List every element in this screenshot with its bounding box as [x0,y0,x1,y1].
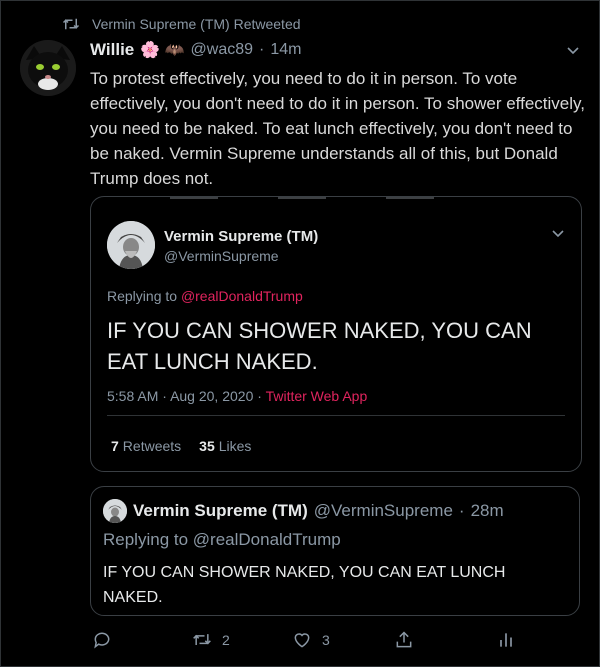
inner-replying-to: Replying to @realDonaldTrump [103,530,341,549]
author-name[interactable]: Willie [90,40,134,60]
inner-quoted-header: Vermin Supreme (TM) @VerminSupreme · 28m [133,501,504,521]
retweets-count: 7 [111,438,119,454]
inner-quoted-time[interactable]: 28m [471,501,504,521]
separator-dot: · [259,41,265,58]
tweet-header: Willie 🌸 🦇 @wac89 · 14m [90,40,302,60]
inner-quoted-avatar[interactable] [103,499,127,523]
analytics-button[interactable] [496,630,516,650]
retweets-stat[interactable]: 7 Retweets [111,438,181,454]
share-button[interactable] [394,630,414,650]
inner-quoted-author-name[interactable]: Vermin Supreme (TM) [133,501,308,521]
retweeted-by-text[interactable]: Vermin Supreme (TM) Retweeted [92,16,301,32]
quoted-author-name[interactable]: Vermin Supreme (TM) [164,228,318,245]
retweet-icon [193,634,211,645]
likes-stat[interactable]: 35 Likes [199,438,251,454]
divider [107,415,565,416]
name-emoji: 🌸 🦇 [140,42,185,59]
author-handle[interactable]: @wac89 [191,41,254,59]
inner-quoted-tweet-card[interactable]: Vermin Supreme (TM) @VerminSupreme · 28m… [90,486,580,616]
replying-to: Replying to @realDonaldTrump [107,288,303,304]
tweet-date[interactable]: Aug 20, 2020 [170,388,253,404]
separator-dot: · [257,388,262,404]
retweet-count: 2 [222,632,230,648]
tweet-timestamp[interactable]: 5:58 AM [107,388,158,404]
inner-quoted-handle[interactable]: @VerminSupreme [314,501,453,521]
separator-dot: · [162,388,167,404]
chevron-down-icon[interactable] [566,46,580,56]
likes-label: Likes [218,438,252,454]
separator-dot: · [458,501,465,520]
tweet-client[interactable]: Twitter Web App [266,388,368,404]
retweet-icon [62,18,80,30]
likes-count: 35 [199,438,215,454]
tweet-action-bar: 2 3 [92,630,522,654]
tweet-time[interactable]: 14m [270,41,301,59]
like-count: 3 [322,632,330,648]
quoted-tweet-card[interactable]: Vermin Supreme (TM) @VerminSupreme Reply… [90,196,582,472]
quoted-author-handle[interactable]: @VerminSupreme [164,248,279,264]
analytics-icon [500,633,512,647]
inner-quoted-text: IF YOU CAN SHOWER NAKED, YOU CAN EAT LUN… [103,564,506,606]
engagement-stats: 7 Retweets 35 Likes [111,438,251,454]
tweet-text: To protest effectively, you need to do i… [90,69,585,188]
tweet-meta: 5:58 AM · Aug 20, 2020 · Twitter Web App [107,388,367,404]
like-button[interactable]: 3 [292,630,330,650]
retweet-indicator: Vermin Supreme (TM) Retweeted [62,16,301,32]
heart-icon [294,633,310,648]
retweets-label: Retweets [122,438,182,454]
reply-icon [94,632,110,649]
quoted-tweet-text: IF YOU CAN SHOWER NAKED, YOU CAN EAT LUN… [107,318,532,374]
quoted-avatar[interactable] [107,221,155,269]
share-icon [396,631,412,648]
avatar[interactable] [20,40,76,96]
reply-button[interactable] [92,630,122,650]
retweet-button[interactable]: 2 [192,630,230,650]
replying-to-label: Replying to [107,288,181,304]
replying-to-link[interactable]: @realDonaldTrump [181,288,303,304]
chevron-down-icon[interactable] [551,229,565,239]
